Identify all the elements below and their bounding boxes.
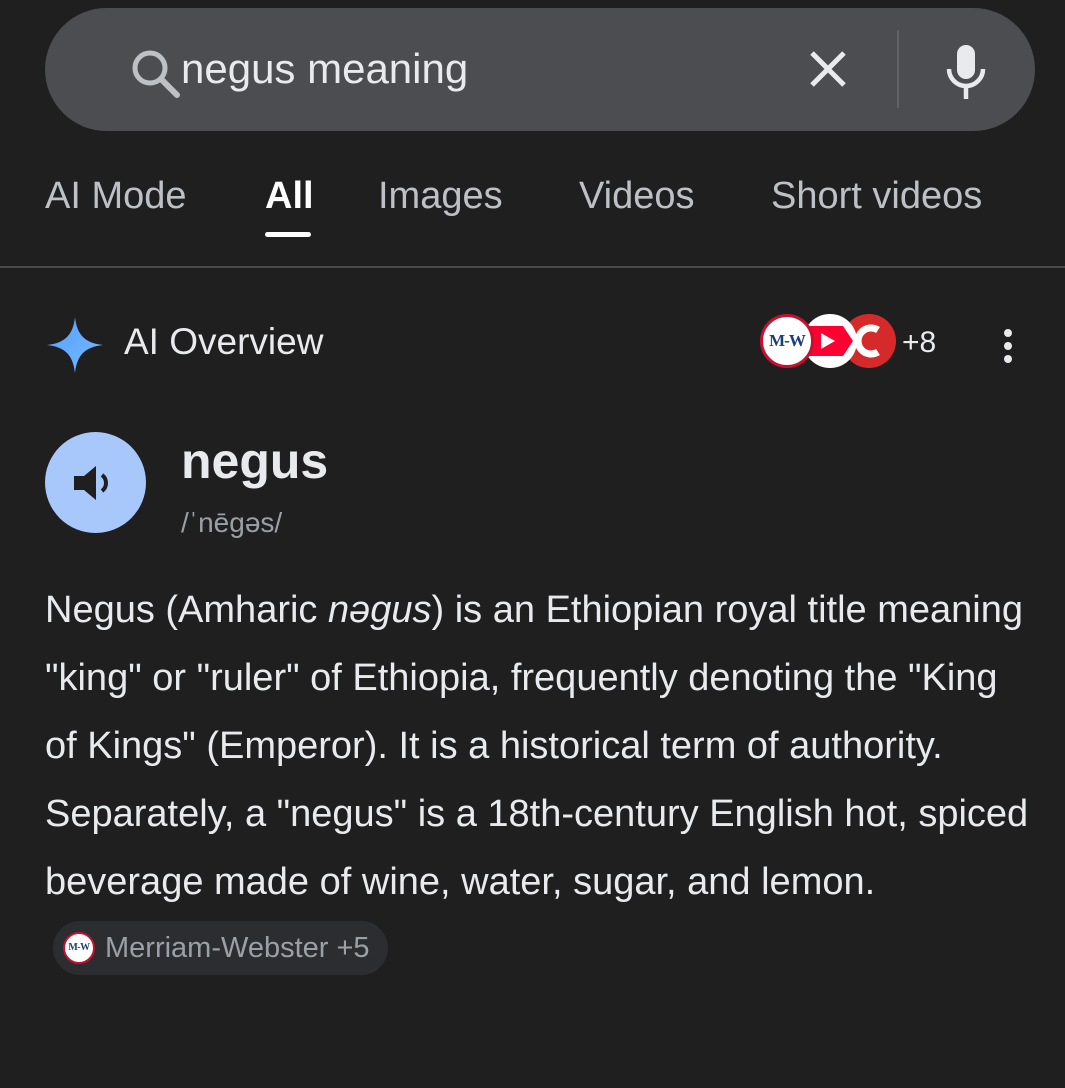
- entry-pronunciation: /ˈnēɡəs/: [181, 507, 283, 538]
- close-icon[interactable]: [808, 49, 848, 94]
- ai-overview-title: AI Overview: [124, 321, 324, 362]
- tabs-divider: [0, 266, 1065, 268]
- tab-images[interactable]: Images: [378, 175, 503, 218]
- definition-italic: nəgus: [327, 589, 432, 631]
- tab-all[interactable]: All: [265, 175, 314, 218]
- search-divider: [897, 30, 899, 108]
- tab-videos[interactable]: Videos: [579, 175, 695, 218]
- more-vert-icon[interactable]: [1000, 328, 1016, 369]
- mic-icon[interactable]: [944, 43, 988, 108]
- merriam-webster-logo: M-W: [63, 931, 95, 964]
- definition-part1: Negus (Amharic: [45, 589, 328, 631]
- source-icons[interactable]: M-W: [760, 314, 900, 374]
- tab-ai-mode[interactable]: AI Mode: [45, 175, 187, 218]
- ai-overview-header: AI Overview M-W +8: [0, 300, 1065, 390]
- active-tab-indicator: [265, 232, 311, 237]
- pronounce-button[interactable]: [45, 432, 146, 533]
- search-tabs: AI Mode All Images Videos Short videos: [0, 165, 1065, 267]
- sparkle-icon: [45, 315, 105, 380]
- mw-logo-text-small: M-W: [68, 941, 90, 953]
- merriam-webster-logo: M-W: [760, 314, 814, 368]
- entry-word: negus: [181, 433, 329, 489]
- search-input[interactable]: [181, 45, 741, 93]
- definition-part2: ) is an Ethiopian royal title meaning "k…: [45, 589, 1029, 903]
- definition-text: Negus (Amharic nəgus) is an Ethiopian ro…: [45, 576, 1035, 984]
- citation-chip[interactable]: M-W Merriam-Webster +5: [53, 920, 388, 975]
- source-count[interactable]: +8: [902, 326, 936, 360]
- tab-short-videos[interactable]: Short videos: [771, 175, 982, 218]
- speaker-icon: [74, 466, 108, 500]
- dictionary-entry: negus /ˈnēɡəs/: [0, 430, 1065, 550]
- search-icon[interactable]: [130, 48, 182, 105]
- mw-logo-text: M-W: [769, 331, 806, 350]
- search-bar: [45, 8, 1035, 131]
- citation-label: Merriam-Webster +5: [105, 931, 370, 964]
